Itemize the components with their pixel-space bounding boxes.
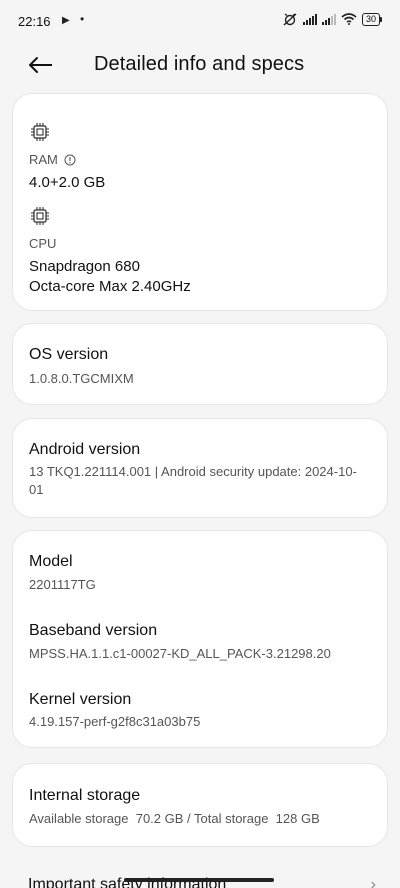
home-indicator[interactable] — [124, 878, 274, 882]
arrow-left-icon — [29, 57, 52, 73]
android-version-value: 13 TKQ1.221114.001 | Android security up… — [29, 464, 357, 497]
kernel-title: Kernel version — [29, 691, 132, 708]
info-icon[interactable] — [64, 154, 76, 166]
cpu-name: Snapdragon 680 — [29, 258, 140, 275]
ram-label: RAM — [29, 152, 76, 167]
wifi-icon — [341, 13, 357, 25]
android-version-card[interactable]: Android version 13 TKQ1.221114.001 | And… — [12, 418, 388, 518]
chevron-right-icon: › — [370, 876, 376, 888]
header: Detailed info and specs — [0, 44, 400, 86]
battery-indicator: 30 — [361, 12, 383, 26]
hardware-card: RAM 4.0+2.0 GB CPU Snapdragon 680 Octa-c… — [12, 93, 388, 311]
status-bar: 22:16 ▶ • 30 — [0, 0, 400, 44]
media-playing-icon: ▶ — [62, 15, 70, 26]
signal-sim1-icon — [302, 13, 317, 25]
baseband-value: MPSS.HA.1.1.c1-00027-KD_ALL_PACK-3.21298… — [29, 646, 331, 661]
alarm-off-icon — [283, 13, 297, 26]
cpu-label: CPU — [29, 236, 57, 251]
page-title: Detailed info and specs — [94, 53, 305, 75]
os-version-value: 1.0.8.0.TGCMIXM — [29, 371, 134, 386]
ram-value: 4.0+2.0 GB — [29, 174, 106, 191]
model-value: 2201117TG — [29, 577, 96, 592]
os-version-title: OS version — [29, 346, 109, 363]
os-version-card[interactable]: OS version 1.0.8.0.TGCMIXM — [12, 323, 388, 405]
storage-card[interactable]: Internal storage Available storage 70.2 … — [12, 763, 388, 847]
cpu-chip-icon — [31, 207, 49, 225]
kernel-value: 4.19.157-perf-g2f8c31a03b75 — [29, 714, 201, 729]
status-icons: 30 — [282, 12, 383, 26]
device-info-card: Model 2201117TG Baseband version MPSS.HA… — [12, 530, 388, 748]
ram-chip-icon — [31, 123, 49, 141]
android-version-title: Android version — [29, 441, 141, 458]
storage-value: Available storage 70.2 GB / Total storag… — [29, 811, 320, 826]
cpu-cores: Octa-core Max 2.40GHz — [29, 278, 191, 295]
model-title: Model — [29, 553, 73, 570]
back-button[interactable] — [24, 50, 56, 80]
ram-label-text: RAM — [29, 152, 58, 167]
status-time: 22:16 — [18, 14, 51, 29]
signal-sim2-icon — [321, 13, 336, 25]
notification-dot-icon: • — [80, 12, 85, 26]
storage-title: Internal storage — [29, 787, 141, 804]
baseband-title: Baseband version — [29, 622, 158, 639]
